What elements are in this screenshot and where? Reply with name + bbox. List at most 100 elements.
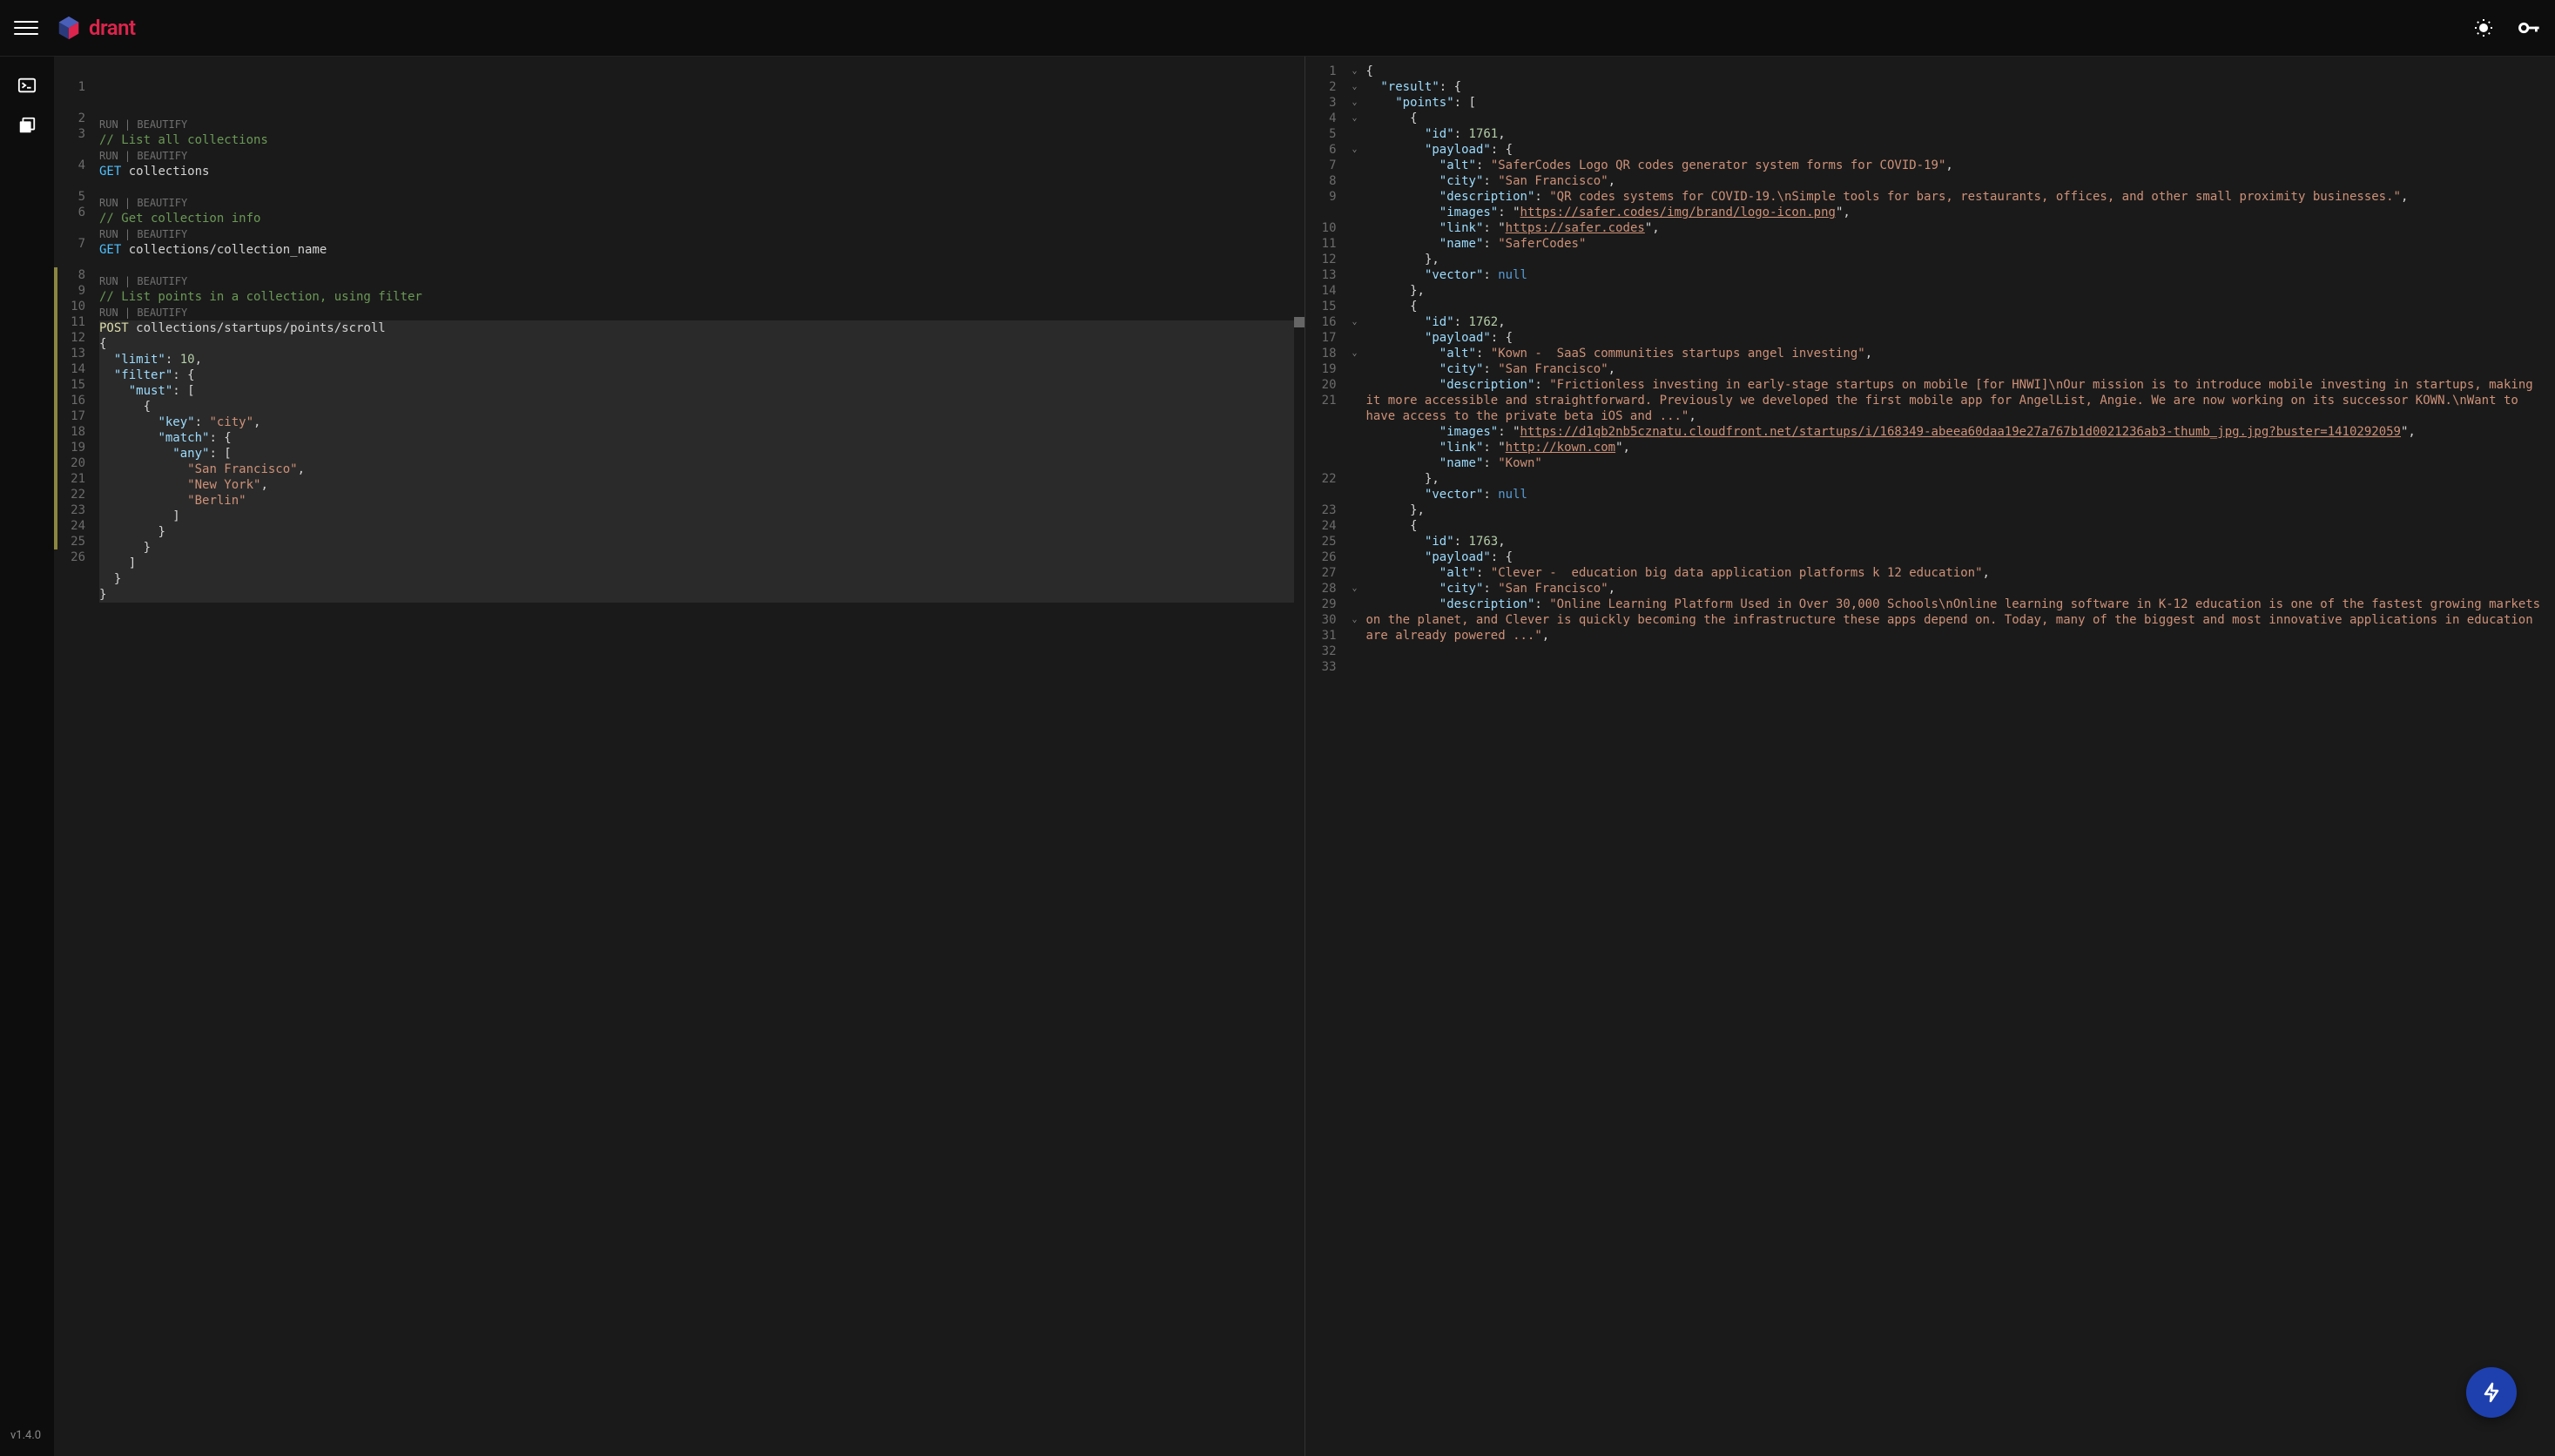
code-line[interactable]: ] — [99, 509, 1294, 524]
key-icon[interactable] — [2517, 16, 2541, 40]
code-line[interactable]: "description": "QR codes systems for COV… — [1366, 189, 2545, 205]
code-line[interactable]: // List all collections — [99, 132, 1294, 148]
code-line[interactable]: "must": [ — [99, 383, 1294, 399]
code-line[interactable]: { — [1366, 64, 2545, 79]
code-line[interactable]: "id": 1763, — [1366, 534, 2545, 549]
codelens[interactable]: RUN | BEAUTIFY — [99, 148, 1294, 164]
code-line[interactable]: ] — [99, 556, 1294, 571]
code-line[interactable]: "San Francisco", — [99, 462, 1294, 477]
fold-toggle — [1347, 377, 1363, 393]
code-line[interactable]: "alt": "SaferCodes Logo QR codes generat… — [1366, 158, 2545, 173]
code-line[interactable]: "match": { — [99, 430, 1294, 446]
code-line[interactable]: "vector": null — [1366, 267, 2545, 283]
fold-toggle — [1347, 361, 1363, 377]
fold-toggle[interactable]: ⌄ — [1347, 64, 1363, 79]
code-line[interactable]: "name": "SaferCodes" — [1366, 236, 2545, 252]
code-line[interactable]: } — [99, 524, 1294, 540]
fold-toggle — [1347, 252, 1363, 267]
fold-toggle — [1347, 659, 1363, 675]
code-line[interactable]: }, — [1366, 502, 2545, 518]
scrollbar-marker — [1294, 317, 1304, 327]
fold-toggle[interactable]: ⌄ — [1347, 581, 1363, 597]
code-line[interactable]: "limit": 10, — [99, 352, 1294, 367]
codelens[interactable]: RUN | BEAUTIFY — [99, 273, 1294, 289]
code-line[interactable]: GET collections/collection_name — [99, 242, 1294, 258]
code-line[interactable]: } — [99, 587, 1294, 603]
code-line[interactable]: { — [99, 399, 1294, 415]
codelens[interactable]: RUN | BEAUTIFY — [99, 305, 1294, 320]
menu-icon[interactable] — [14, 16, 38, 40]
fold-toggle — [1347, 565, 1363, 581]
code-line[interactable]: "id": 1761, — [1366, 126, 2545, 142]
code-line[interactable]: } — [99, 540, 1294, 556]
code-line[interactable]: }, — [1366, 471, 2545, 487]
code-line[interactable]: "Berlin" — [99, 493, 1294, 509]
code-line[interactable]: "images": "https://d1qb2nb5cznatu.cloudf… — [1366, 424, 2545, 440]
response-editor[interactable]: 1234567891011121314151617181920212223242… — [1305, 57, 2555, 1456]
fold-toggle[interactable]: ⌄ — [1347, 111, 1363, 126]
code-line[interactable]: "images": "https://safer.codes/img/brand… — [1366, 205, 2545, 220]
code-line[interactable] — [99, 179, 1294, 195]
code-line[interactable]: }, — [1366, 283, 2545, 299]
code-line[interactable]: "filter": { — [99, 367, 1294, 383]
code-area[interactable]: { "result": { "points": [ { "id": 1761, … — [1363, 57, 2555, 1456]
code-area[interactable]: RUN | BEAUTIFY// List all collectionsRUN… — [96, 57, 1304, 1456]
code-line[interactable] — [99, 603, 1294, 618]
code-line[interactable]: } — [99, 571, 1294, 587]
code-line[interactable]: { — [99, 336, 1294, 352]
fold-toggle — [1347, 173, 1363, 189]
code-line[interactable]: "description": "Frictionless investing i… — [1366, 377, 2545, 424]
code-line[interactable]: { — [1366, 111, 2545, 126]
codelens[interactable]: RUN | BEAUTIFY — [99, 117, 1294, 132]
code-line[interactable]: { — [1366, 299, 2545, 314]
fold-toggle[interactable]: ⌄ — [1347, 142, 1363, 158]
fold-toggle[interactable]: ⌄ — [1347, 95, 1363, 111]
fold-toggle — [1347, 283, 1363, 299]
code-line[interactable]: "any": [ — [99, 446, 1294, 462]
code-line[interactable]: "result": { — [1366, 79, 2545, 95]
fold-toggle[interactable]: ⌄ — [1347, 612, 1363, 628]
code-line[interactable]: "points": [ — [1366, 95, 2545, 111]
collections-icon[interactable] — [16, 114, 38, 137]
code-line[interactable]: { — [1366, 518, 2545, 534]
request-editor[interactable]: 1234567891011121314151617181920212223242… — [54, 57, 1305, 1456]
fold-gutter[interactable]: ⌄⌄⌄⌄⌄⌄⌄⌄⌄ — [1347, 57, 1363, 1456]
run-fab[interactable] — [2466, 1367, 2517, 1418]
fold-toggle — [1347, 126, 1363, 142]
fold-toggle — [1347, 267, 1363, 283]
fold-toggle — [1347, 220, 1363, 236]
fold-toggle[interactable]: ⌄ — [1347, 79, 1363, 95]
code-line[interactable]: "description": "Online Learning Platform… — [1366, 597, 2545, 644]
code-line[interactable]: "link": "https://safer.codes", — [1366, 220, 2545, 236]
codelens[interactable]: RUN | BEAUTIFY — [99, 195, 1294, 211]
code-line[interactable]: "vector": null — [1366, 487, 2545, 502]
code-line[interactable]: "key": "city", — [99, 415, 1294, 430]
console-icon[interactable] — [16, 74, 38, 97]
code-line[interactable]: "city": "San Francisco", — [1366, 173, 2545, 189]
fold-toggle — [1347, 628, 1363, 644]
fold-toggle[interactable]: ⌄ — [1347, 314, 1363, 330]
code-line[interactable]: "payload": { — [1366, 330, 2545, 346]
codelens[interactable]: RUN | BEAUTIFY — [99, 226, 1294, 242]
code-line[interactable]: "alt": "Kown - SaaS communities startups… — [1366, 346, 2545, 361]
app-logo[interactable]: drant — [56, 15, 136, 41]
code-line[interactable]: "city": "San Francisco", — [1366, 361, 2545, 377]
code-line[interactable]: "name": "Kown" — [1366, 455, 2545, 471]
theme-icon[interactable] — [2471, 16, 2496, 40]
code-line[interactable]: }, — [1366, 252, 2545, 267]
code-line[interactable]: "id": 1762, — [1366, 314, 2545, 330]
code-line[interactable]: "New York", — [99, 477, 1294, 493]
code-line[interactable]: // List points in a collection, using fi… — [99, 289, 1294, 305]
fold-toggle — [1347, 236, 1363, 252]
code-line[interactable]: "city": "San Francisco", — [1366, 581, 2545, 597]
code-line[interactable]: "payload": { — [1366, 549, 2545, 565]
code-line[interactable]: "link": "http://kown.com", — [1366, 440, 2545, 455]
logo-text: drant — [89, 16, 136, 40]
code-line[interactable]: "payload": { — [1366, 142, 2545, 158]
fold-toggle[interactable]: ⌄ — [1347, 346, 1363, 361]
code-line[interactable]: GET collections — [99, 164, 1294, 179]
code-line[interactable]: POST collections/startups/points/scroll — [99, 320, 1294, 336]
code-line[interactable]: // Get collection info — [99, 211, 1294, 226]
code-line[interactable] — [99, 258, 1294, 273]
code-line[interactable]: "alt": "Clever - education big data appl… — [1366, 565, 2545, 581]
